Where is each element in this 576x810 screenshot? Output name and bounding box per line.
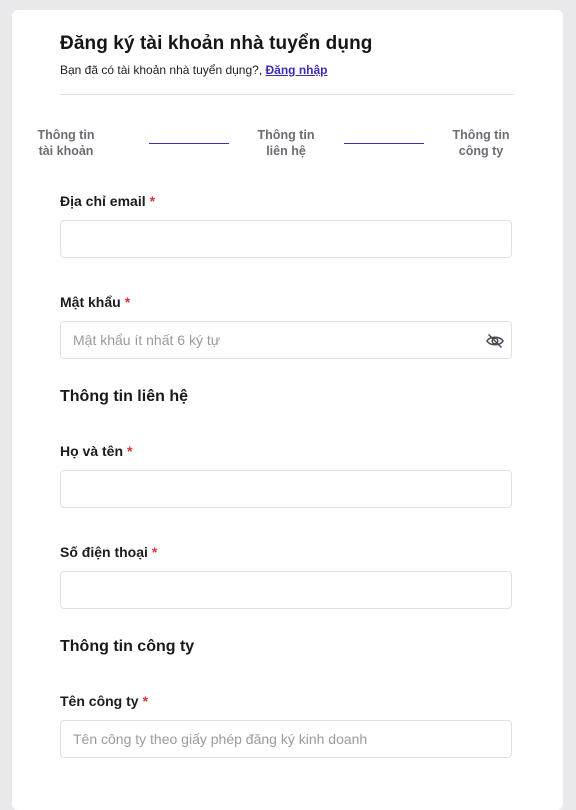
header-divider (60, 94, 514, 95)
phone-field[interactable] (61, 572, 485, 608)
step-account-info: Thông tin tài khoản (26, 127, 106, 159)
email-field[interactable] (61, 221, 485, 257)
required-mark: * (151, 544, 158, 560)
required-mark: * (149, 193, 156, 209)
contact-section-title: Thông tin liên hệ (60, 388, 188, 405)
required-mark: * (142, 693, 149, 709)
step-account-line1: Thông tin (37, 128, 95, 142)
required-mark: * (124, 294, 131, 310)
full-name-label: Họ và tên * (60, 443, 132, 459)
page-title: Đăng ký tài khoản nhà tuyển dụng (60, 33, 373, 54)
password-label: Mật khẩu * (60, 294, 130, 310)
step-company-line1: Thông tin (452, 128, 510, 142)
registration-card: Đăng ký tài khoản nhà tuyển dụng Bạn đã … (12, 10, 563, 810)
phone-label: Số điện thoại * (60, 544, 157, 560)
email-field-box (60, 220, 512, 258)
step-contact-line2: liên hệ (266, 144, 306, 158)
company-name-field-box (60, 720, 512, 758)
login-prompt-text: Bạn đã có tài khoản nhà tuyển dụng?, (60, 63, 263, 77)
step-connector-2 (344, 143, 424, 144)
full-name-label-text: Họ và tên (60, 443, 124, 459)
company-name-label: Tên công ty * (60, 693, 148, 709)
password-label-text: Mật khẩu (60, 294, 121, 310)
phone-label-text: Số điện thoại (60, 544, 148, 560)
password-field-box (60, 321, 512, 359)
full-name-field[interactable] (61, 471, 485, 507)
email-label-text: Địa chỉ email (60, 193, 146, 209)
step-connector-1 (149, 143, 229, 144)
step-company-line2: công ty (458, 144, 504, 158)
company-name-field[interactable] (61, 721, 485, 757)
login-prompt: Bạn đã có tài khoản nhà tuyển dụng?, Đăn… (60, 63, 328, 77)
step-company-info: Thông tin công ty (441, 127, 521, 159)
step-account-line2: tài khoản (38, 144, 94, 158)
step-contact-line1: Thông tin (257, 128, 315, 142)
company-name-label-text: Tên công ty (60, 693, 139, 709)
company-section-title: Thông tin công ty (60, 638, 195, 655)
email-label: Địa chỉ email * (60, 193, 155, 209)
login-link[interactable]: Đăng nhập (266, 63, 328, 77)
full-name-field-box (60, 470, 512, 508)
required-mark: * (127, 443, 133, 459)
eye-off-icon[interactable] (485, 331, 505, 351)
phone-field-box (60, 571, 512, 609)
password-field[interactable] (61, 322, 485, 358)
step-contact-info: Thông tin liên hệ (246, 127, 326, 159)
